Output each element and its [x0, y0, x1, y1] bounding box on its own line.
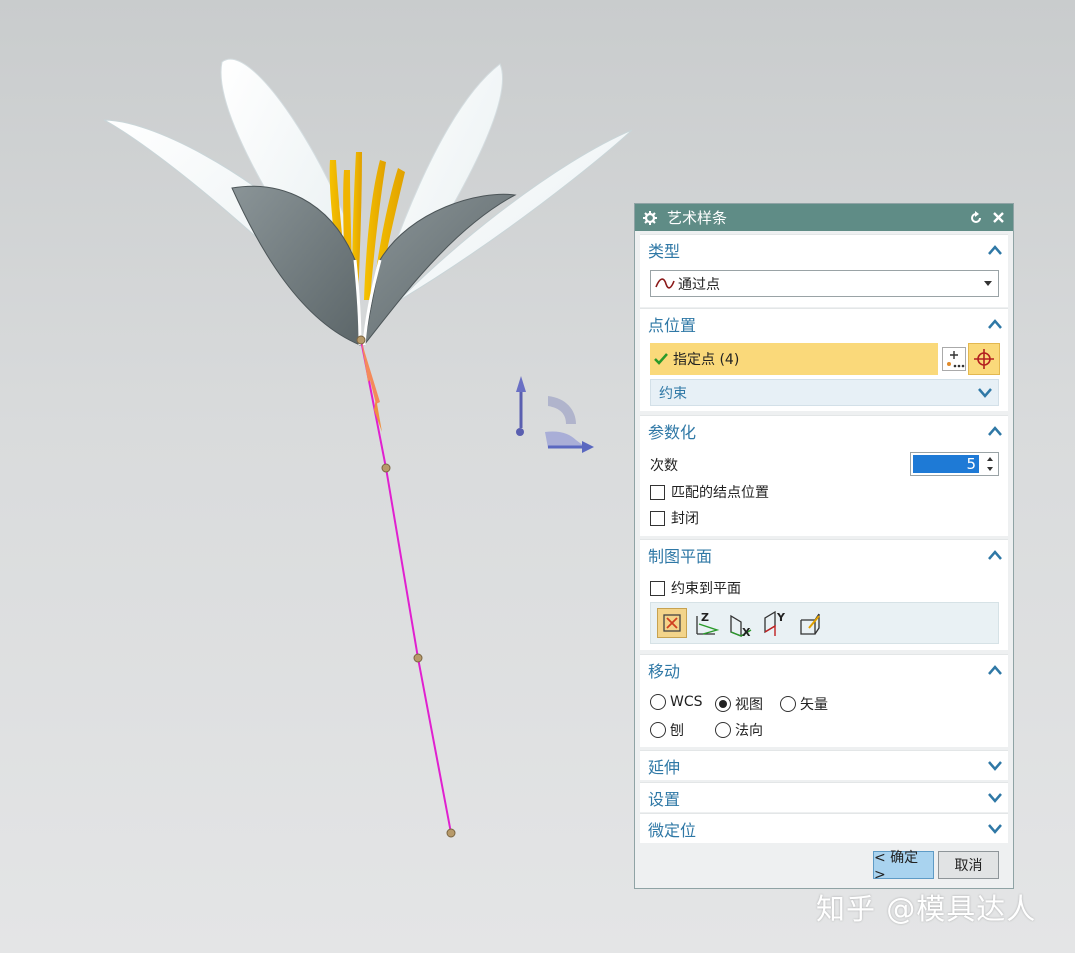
plane-options-bar: Z X Y: [650, 602, 999, 644]
point-dialog-button[interactable]: [942, 347, 966, 371]
move-view-option[interactable]: 视图: [715, 694, 763, 714]
move-group: 移动 WCS 视图 矢量 刨 法向: [640, 654, 1008, 747]
degree-label: 次数: [650, 458, 678, 474]
closed-checkbox[interactable]: [650, 510, 665, 526]
point-constructor-icon: [947, 351, 965, 368]
spinner-arrows-icon[interactable]: [986, 456, 994, 472]
settings-group-header[interactable]: 设置: [640, 783, 1008, 812]
move-vector-option[interactable]: 矢量: [780, 694, 828, 714]
spline-point: [413, 653, 423, 663]
chevron-up-icon: [988, 550, 1002, 560]
type-group-header[interactable]: 类型: [640, 235, 1008, 265]
crosshair-icon: [974, 349, 994, 369]
point-snap-button[interactable]: [968, 343, 1000, 375]
xc-plane-icon[interactable]: X: [727, 610, 755, 638]
chevron-up-icon: [988, 426, 1002, 436]
spline-point: [381, 463, 391, 473]
check-icon: [654, 353, 668, 365]
spline-curve[interactable]: [356, 335, 456, 838]
type-select-value: 通过点: [678, 276, 720, 293]
ok-button[interactable]: < 确定 >: [873, 850, 934, 883]
specify-point-row[interactable]: 指定点 (4): [650, 343, 938, 375]
point-position-header[interactable]: 点位置: [640, 309, 1008, 339]
move-group-header[interactable]: 移动: [640, 655, 1008, 685]
constraint-subgroup[interactable]: 约束: [650, 379, 999, 406]
fine-positioning-group[interactable]: 微定位: [640, 813, 1008, 843]
settings-group[interactable]: 设置: [640, 782, 1008, 812]
zc-plane-icon[interactable]: Z: [693, 610, 721, 638]
chevron-down-icon: [988, 792, 1002, 803]
chevron-up-icon: [988, 665, 1002, 675]
degree-spinner[interactable]: 5: [910, 452, 999, 476]
dialog-titlebar: 艺术样条: [635, 204, 1013, 231]
move-handle[interactable]: [516, 376, 594, 453]
closed-row[interactable]: 封闭: [650, 508, 699, 528]
parameterization-header[interactable]: 参数化: [640, 416, 1008, 446]
move-normal-option[interactable]: 法向: [715, 720, 763, 740]
spline-point: [356, 335, 366, 345]
chevron-up-icon: [988, 319, 1002, 329]
reset-icon[interactable]: [967, 209, 985, 227]
degree-value[interactable]: 5: [913, 455, 979, 473]
type-select[interactable]: 通过点: [650, 270, 999, 297]
match-knots-row[interactable]: 匹配的结点位置: [650, 482, 769, 502]
drawing-plane-group: 制图平面 约束到平面 Z X Y: [640, 539, 1008, 650]
svg-text:X: X: [742, 626, 751, 638]
flower-model: [103, 58, 633, 346]
chevron-down-icon: [988, 760, 1002, 771]
spline-point: [446, 828, 456, 838]
fine-positioning-header[interactable]: 微定位: [640, 814, 1008, 843]
gear-icon: [643, 210, 657, 225]
custom-plane-icon[interactable]: [797, 610, 825, 638]
type-group: 类型 通过点: [640, 234, 1008, 307]
point-position-group: 点位置 指定点 (4) 约束: [640, 308, 1008, 411]
vector-radio[interactable]: [780, 696, 796, 712]
match-knots-checkbox[interactable]: [650, 484, 665, 500]
close-icon[interactable]: [989, 209, 1007, 227]
wcs-radio[interactable]: [650, 694, 666, 710]
constrain-to-plane-row[interactable]: 约束到平面: [650, 578, 741, 598]
parameterization-group: 参数化 次数 5 匹配的结点位置 封闭: [640, 415, 1008, 536]
move-plane-option[interactable]: 刨: [650, 720, 684, 740]
specify-point-label: 指定点 (4): [673, 352, 740, 368]
extend-group-header[interactable]: 延伸: [640, 751, 1008, 780]
cancel-button[interactable]: 取消: [938, 851, 999, 879]
chevron-down-icon: [988, 823, 1002, 834]
tangent-arrow: [361, 340, 380, 404]
constraint-label: 约束: [659, 385, 687, 402]
drawing-plane-header[interactable]: 制图平面: [640, 540, 1008, 570]
view-plane-button[interactable]: [657, 608, 687, 638]
chevron-up-icon: [988, 245, 1002, 255]
constrain-to-plane-checkbox[interactable]: [650, 580, 665, 596]
view-radio[interactable]: [715, 696, 731, 712]
studio-spline-dialog: 艺术样条 类型 通过点 点位置 指定点 (4) 约束 参数化 次数 5 匹配的结…: [634, 203, 1014, 889]
extend-group[interactable]: 延伸: [640, 750, 1008, 780]
svg-text:Z: Z: [701, 611, 709, 624]
plane-radio[interactable]: [650, 722, 666, 738]
chevron-down-icon: [978, 387, 992, 398]
svg-text:Y: Y: [776, 611, 786, 624]
move-wcs-option[interactable]: WCS: [650, 694, 703, 710]
normal-radio[interactable]: [715, 722, 731, 738]
spline-type-icon: [655, 277, 675, 289]
dropdown-arrow-icon: [984, 281, 992, 286]
dialog-title: 艺术样条: [667, 209, 728, 227]
yc-plane-icon[interactable]: Y: [761, 608, 789, 638]
view-plane-icon: [663, 614, 681, 632]
watermark: 知乎 @模具达人: [816, 892, 1037, 926]
